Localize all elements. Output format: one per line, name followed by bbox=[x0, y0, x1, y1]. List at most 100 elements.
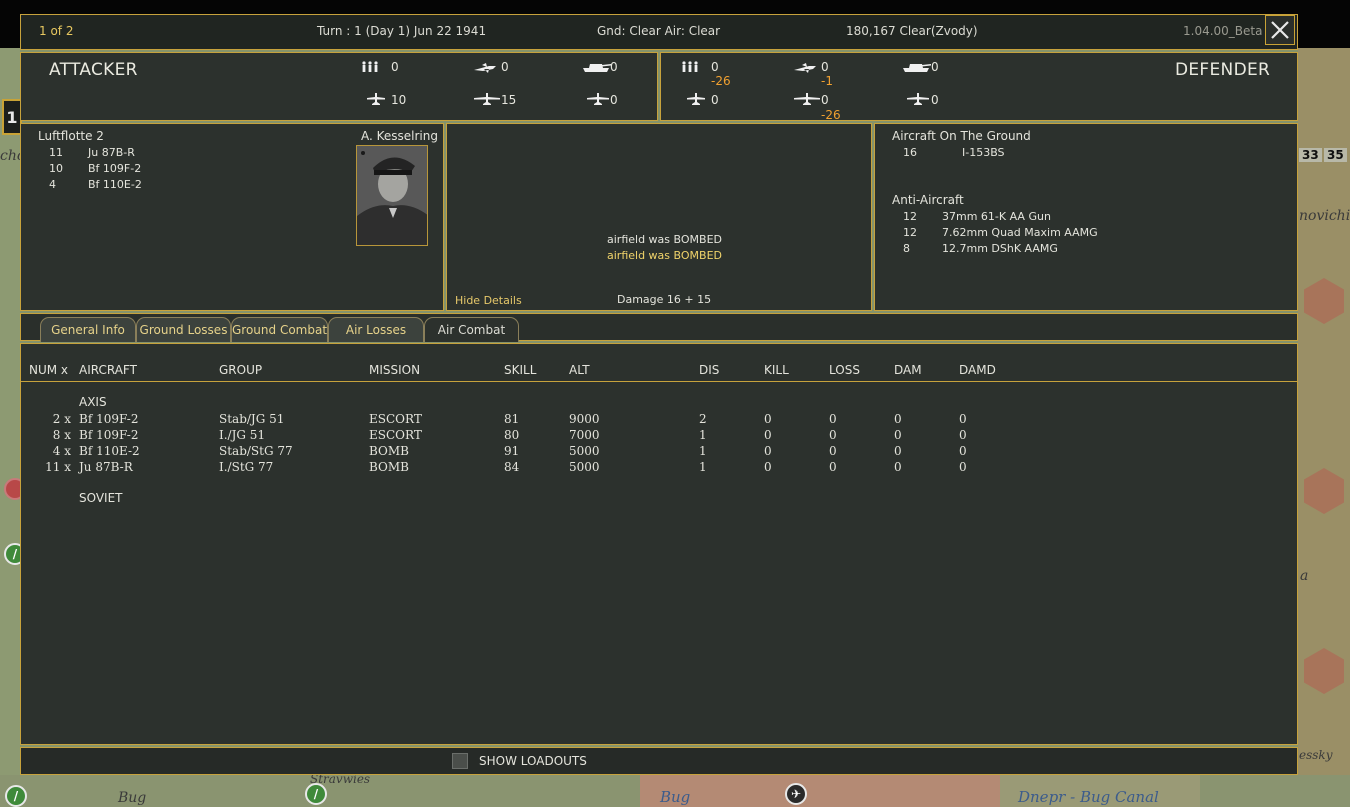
defender-tank-count: 0 bbox=[931, 60, 939, 74]
damage-total: Damage 16 + 15 bbox=[617, 293, 712, 306]
leader-portrait-image bbox=[357, 146, 427, 245]
attacker-tank-count: 0 bbox=[610, 60, 618, 74]
recon-aircraft-icon bbox=[907, 93, 929, 105]
aircraft-count: 11 bbox=[49, 146, 63, 159]
defender-summary: 0 -26 0 -1 0 0 0 -26 0 DEFENDER bbox=[660, 52, 1298, 122]
attacker-leader-name[interactable]: A. Kesselring bbox=[361, 129, 438, 143]
leader-portrait[interactable] bbox=[356, 145, 428, 246]
attacker-fighter-bomber-count: 0 bbox=[501, 60, 509, 74]
cell-alt: 7000 bbox=[569, 428, 600, 442]
cell-kill: 0 bbox=[764, 460, 772, 474]
cell-aircraft: Bf 109F-2 bbox=[79, 412, 139, 426]
column-header-alt: ALT bbox=[569, 363, 590, 377]
map-place-label: essky bbox=[1299, 748, 1333, 762]
cell-dis: 1 bbox=[699, 460, 707, 474]
attacker-bomber-count: 10 bbox=[391, 93, 407, 107]
aa-count: 12 bbox=[903, 210, 917, 223]
result-line: airfield was BOMBED bbox=[607, 233, 722, 246]
column-header-aircraft: AIRCRAFT bbox=[79, 363, 137, 377]
cell-damd: 0 bbox=[959, 428, 967, 442]
map-unit-counter[interactable]: / bbox=[305, 783, 327, 805]
map-hex-number: 35 bbox=[1324, 148, 1347, 162]
column-header-kill: KILL bbox=[764, 363, 789, 377]
cell-kill: 0 bbox=[764, 428, 772, 442]
infantry-icon bbox=[682, 61, 698, 72]
tab-air-combat[interactable]: Air Combat bbox=[424, 317, 519, 342]
version: 1.04.00_Beta bbox=[1183, 24, 1263, 38]
cell-alt: 5000 bbox=[569, 444, 600, 458]
recon-aircraft-icon bbox=[587, 93, 609, 105]
ground-aircraft-count: 16 bbox=[903, 146, 917, 159]
defender-fighter-loss: -26 bbox=[821, 108, 841, 122]
close-icon bbox=[1271, 21, 1289, 39]
map-river-label: Bug bbox=[118, 790, 147, 806]
fighter-bomber-icon bbox=[474, 63, 496, 73]
cell-mission: ESCORT bbox=[369, 412, 422, 426]
cell-dam: 0 bbox=[894, 444, 902, 458]
fighter-icon bbox=[474, 93, 500, 105]
close-button[interactable] bbox=[1265, 15, 1295, 45]
column-header-num: NUM x bbox=[29, 363, 69, 377]
cell-dam: 0 bbox=[894, 412, 902, 426]
aircraft-count: 10 bbox=[49, 162, 63, 175]
tab-ground-losses[interactable]: Ground Losses bbox=[136, 317, 231, 342]
cell-aircraft: Ju 87B-R bbox=[79, 460, 133, 474]
aircraft-name: Bf 110E-2 bbox=[88, 178, 142, 191]
defender-men-loss: -26 bbox=[711, 74, 731, 88]
cell-damd: 0 bbox=[959, 412, 967, 426]
aa-name: 37mm 61-K AA Gun bbox=[942, 210, 1051, 223]
defender-title: DEFENDER bbox=[1175, 60, 1271, 80]
defender-fighter-bomber-count: 0 bbox=[821, 60, 829, 74]
cell-alt: 9000 bbox=[569, 412, 600, 426]
bomber-icon bbox=[687, 93, 705, 105]
cell-aircraft: Bf 109F-2 bbox=[79, 428, 139, 442]
aa-count: 12 bbox=[903, 226, 917, 239]
map-side-button[interactable]: 1 bbox=[2, 99, 22, 135]
ground-aircraft-name: I-153BS bbox=[962, 146, 1005, 159]
cell-loss: 0 bbox=[829, 428, 837, 442]
tab-air-losses[interactable]: Air Losses bbox=[328, 317, 424, 342]
cell-group: I./JG 51 bbox=[219, 428, 266, 442]
column-header-group: GROUP bbox=[219, 363, 263, 377]
cell-loss: 0 bbox=[829, 412, 837, 426]
location: 180,167 Clear(Zvody) bbox=[846, 24, 978, 38]
hide-details-link[interactable]: Hide Details bbox=[455, 294, 522, 307]
map-river-label: Bug bbox=[660, 788, 691, 806]
cell-damd: 0 bbox=[959, 460, 967, 474]
table-header-divider bbox=[21, 381, 1297, 382]
map-place-label: a bbox=[1300, 568, 1309, 584]
cell-group: I./StG 77 bbox=[219, 460, 274, 474]
defender-bomber-count: 0 bbox=[711, 93, 719, 107]
defender-detail: Aircraft On The Ground 16 I-153BS Anti-A… bbox=[874, 123, 1298, 311]
attacker-detail: Luftflotte 2 A. Kesselring 11 Ju 87B-R 1… bbox=[20, 123, 444, 311]
bomber-icon bbox=[367, 93, 385, 105]
attacker-fighter-count: 15 bbox=[501, 93, 517, 107]
turn-date: Turn : 1 (Day 1) Jun 22 1941 bbox=[317, 24, 487, 38]
cell-mission: BOMB bbox=[369, 460, 409, 474]
cell-skill: 84 bbox=[504, 460, 520, 474]
cell-num: 4 x bbox=[52, 444, 71, 458]
show-loadouts-label[interactable]: SHOW LOADOUTS bbox=[479, 754, 587, 768]
tank-icon bbox=[903, 64, 931, 72]
cell-kill: 0 bbox=[764, 444, 772, 458]
map-hex bbox=[1304, 648, 1344, 694]
map-place-label: novichi bbox=[1299, 208, 1350, 224]
defender-fighter-bomber-loss: -1 bbox=[821, 74, 833, 88]
cell-mission: BOMB bbox=[369, 444, 409, 458]
fighter-bomber-icon bbox=[794, 63, 816, 73]
map-unit-counter[interactable]: / bbox=[5, 785, 27, 807]
tab-general-info[interactable]: General Info bbox=[40, 317, 136, 342]
cell-skill: 80 bbox=[504, 428, 520, 442]
cell-damd: 0 bbox=[959, 444, 967, 458]
tab-ground-combat[interactable]: Ground Combat bbox=[231, 317, 328, 342]
show-loadouts-checkbox[interactable] bbox=[452, 753, 468, 769]
aa-name: 7.62mm Quad Maxim AAMG bbox=[942, 226, 1098, 239]
map-airbase-icon[interactable]: ✈ bbox=[785, 783, 807, 805]
defender-men-count: 0 bbox=[711, 60, 719, 74]
cell-loss: 0 bbox=[829, 444, 837, 458]
anti-aircraft-title: Anti-Aircraft bbox=[892, 193, 964, 207]
cell-dam: 0 bbox=[894, 460, 902, 474]
cell-group: Stab/JG 51 bbox=[219, 412, 285, 426]
result-line-highlight: airfield was BOMBED bbox=[607, 249, 722, 262]
cell-mission: ESCORT bbox=[369, 428, 422, 442]
